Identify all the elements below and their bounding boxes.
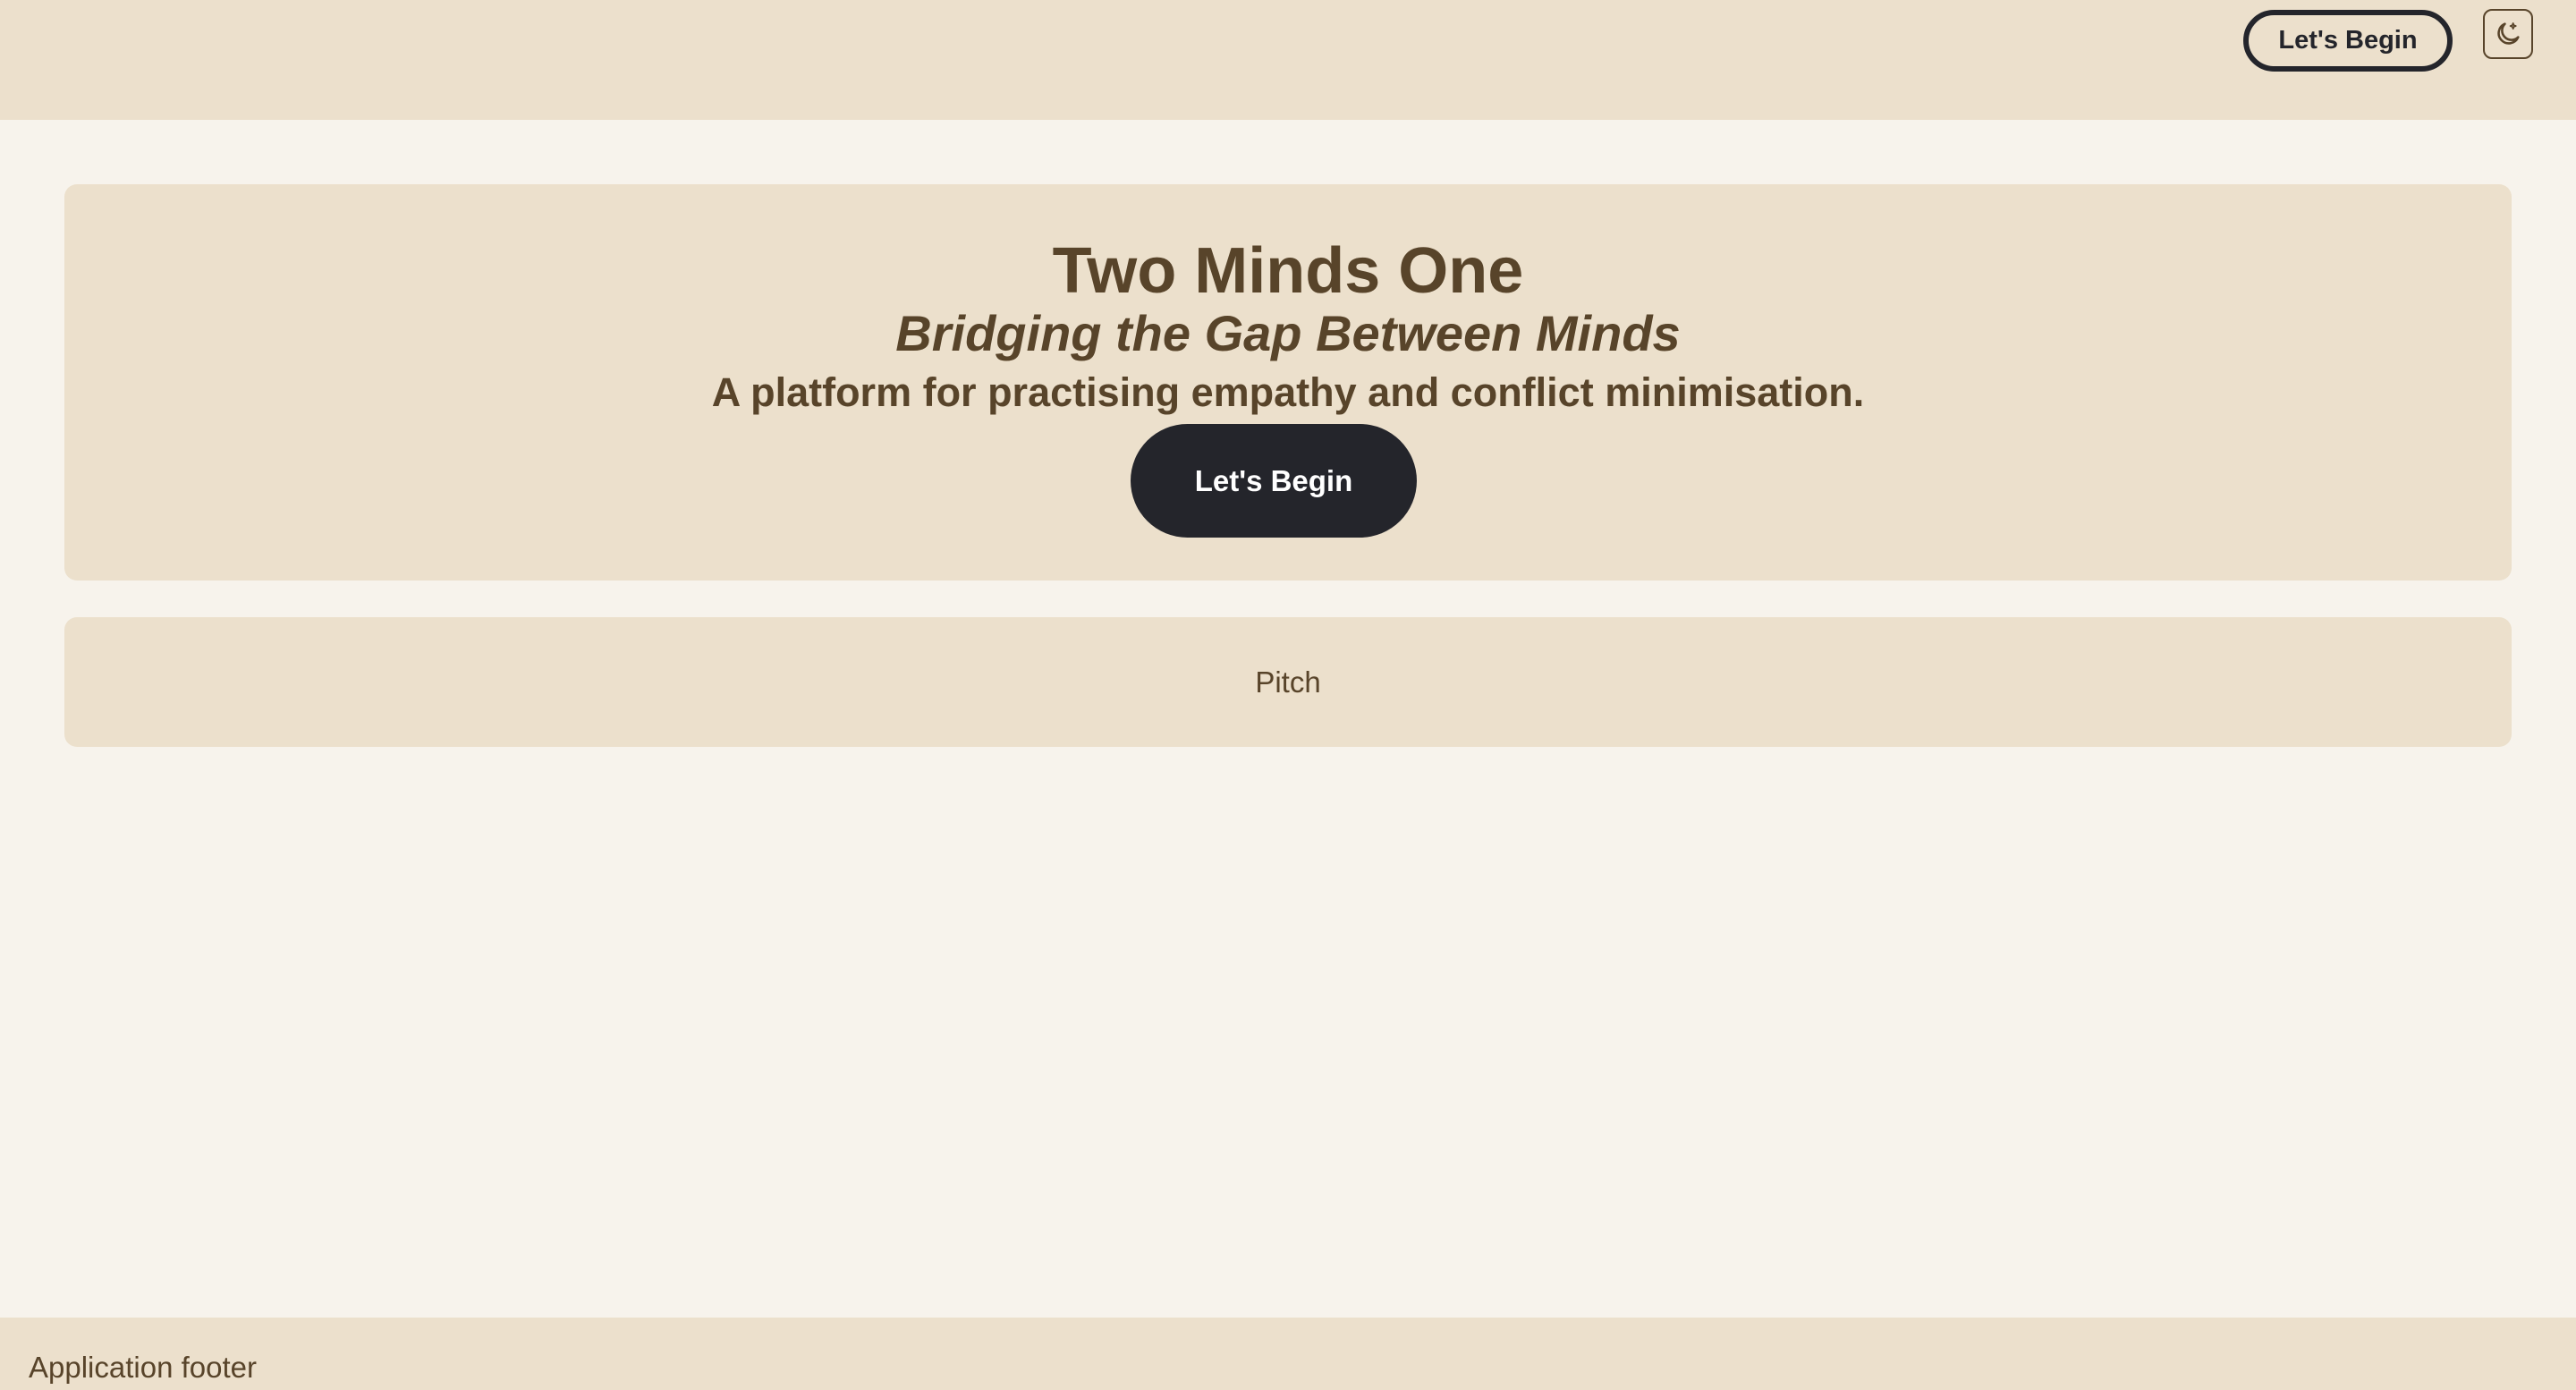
hero-lets-begin-button[interactable]: Let's Begin bbox=[1131, 424, 1417, 538]
hero-title: Two Minds One bbox=[1052, 235, 1524, 307]
header-lets-begin-button[interactable]: Let's Begin bbox=[2243, 10, 2453, 72]
hero-subtitle: Bridging the Gap Between Minds bbox=[895, 305, 1681, 361]
pitch-label: Pitch bbox=[1255, 665, 1321, 699]
footer-text: Application footer bbox=[29, 1351, 257, 1384]
pitch-section: Pitch bbox=[64, 617, 2512, 747]
top-bar: Let's Begin bbox=[0, 0, 2576, 120]
hero-tagline: A platform for practising empathy and co… bbox=[711, 369, 1865, 415]
theme-toggle-button[interactable] bbox=[2483, 9, 2533, 59]
moon-icon bbox=[2493, 19, 2523, 49]
page: Let's Begin Two Minds One Bridging the G… bbox=[0, 0, 2576, 1390]
hero-section: Two Minds One Bridging the Gap Between M… bbox=[64, 184, 2512, 581]
app-footer: Application footer bbox=[0, 1318, 2576, 1390]
